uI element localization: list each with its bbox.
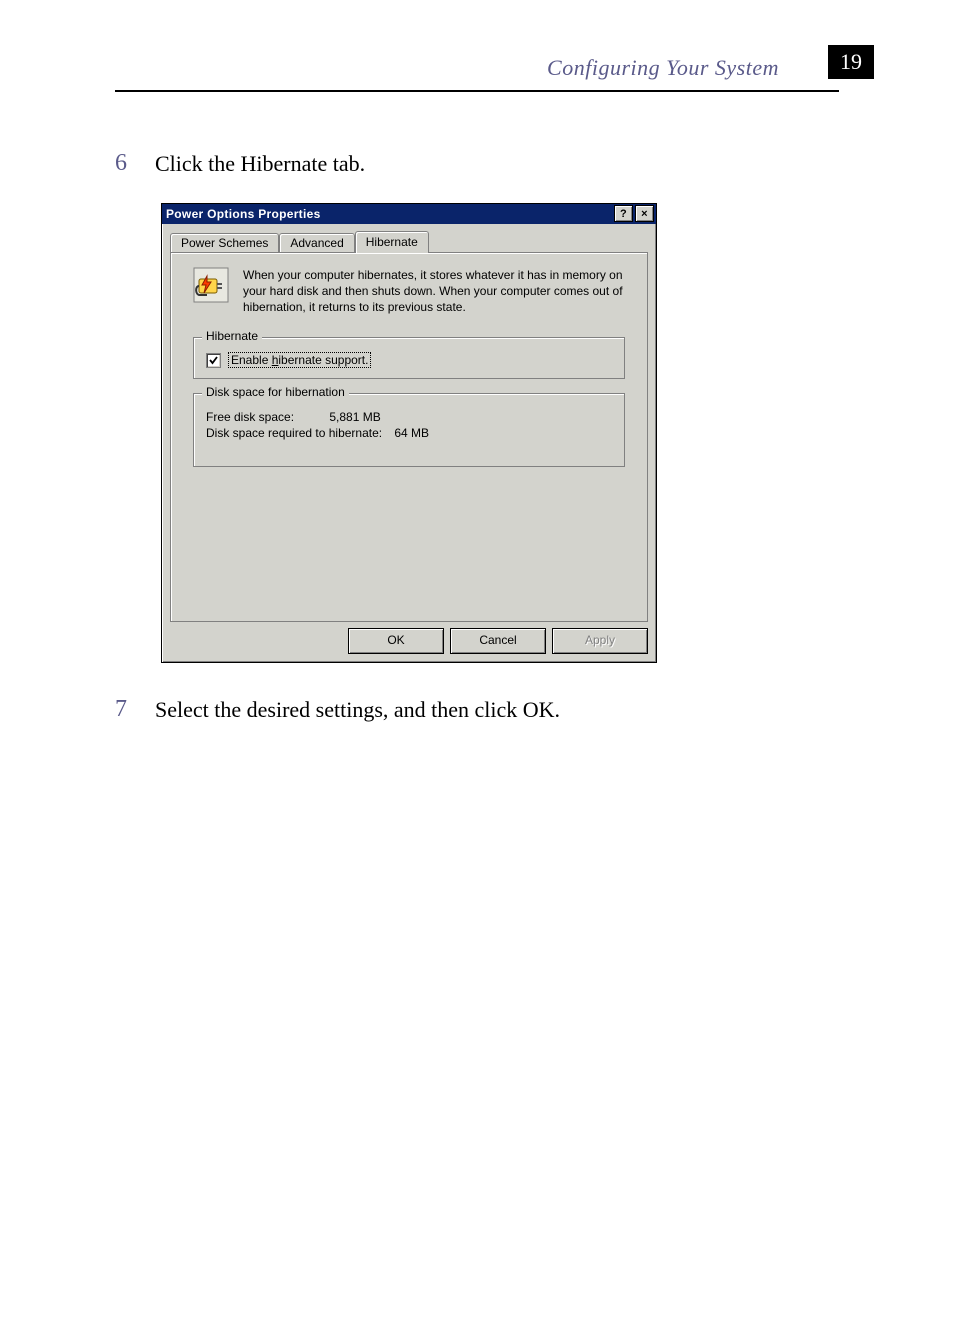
- required-disk-row: Disk space required to hibernate: 64 MB: [206, 426, 612, 440]
- step-6-row: 6 Click the Hibernate tab.: [115, 147, 839, 181]
- page-number: 19: [828, 45, 874, 79]
- help-button[interactable]: ?: [614, 205, 633, 222]
- close-button[interactable]: ×: [635, 205, 654, 222]
- tab-power-schemes[interactable]: Power Schemes: [170, 233, 279, 252]
- enable-hibernate-row[interactable]: Enable hibernate support.: [206, 352, 612, 368]
- tab-panel-hibernate: When your computer hibernates, it stores…: [170, 252, 648, 622]
- required-disk-label: Disk space required to hibernate:: [206, 426, 391, 440]
- step-number: 7: [115, 693, 155, 727]
- ok-button[interactable]: OK: [348, 628, 444, 654]
- tab-hibernate[interactable]: Hibernate: [355, 231, 429, 253]
- document-page: Configuring Your System 19 6 Click the H…: [0, 0, 954, 1340]
- step-7-row: 7 Select the desired settings, and then …: [115, 693, 839, 727]
- close-icon: ×: [641, 208, 648, 220]
- info-row: When your computer hibernates, it stores…: [193, 267, 625, 316]
- dialog-body: Power Schemes Advanced Hibernate: [162, 224, 656, 662]
- dialog-button-row: OK Cancel Apply: [170, 628, 648, 654]
- cancel-button[interactable]: Cancel: [450, 628, 546, 654]
- page-header: Configuring Your System 19: [115, 50, 839, 92]
- power-plug-icon: [193, 267, 229, 303]
- help-icon: ?: [620, 208, 627, 220]
- hibernate-fieldset: Hibernate Enable hibernate support.: [193, 337, 625, 379]
- enable-hibernate-label: Enable hibernate support.: [228, 352, 371, 368]
- disk-space-legend: Disk space for hibernation: [202, 385, 349, 399]
- free-disk-label: Free disk space:: [206, 410, 326, 424]
- apply-button: Apply: [552, 628, 648, 654]
- required-disk-value: 64 MB: [394, 426, 429, 440]
- screenshot-container: Power Options Properties ? × Power Schem…: [161, 203, 839, 663]
- step-text: Click the Hibernate tab.: [155, 147, 365, 181]
- free-disk-value: 5,881 MB: [329, 410, 380, 424]
- tab-advanced[interactable]: Advanced: [279, 233, 354, 252]
- checkmark-icon: [208, 355, 219, 366]
- step-text: Select the desired settings, and then cl…: [155, 693, 560, 727]
- dialog-title: Power Options Properties: [166, 207, 612, 221]
- step-number: 6: [115, 147, 155, 181]
- free-disk-row: Free disk space: 5,881 MB: [206, 410, 612, 424]
- dialog-titlebar: Power Options Properties ? ×: [162, 204, 656, 224]
- info-text: When your computer hibernates, it stores…: [243, 267, 625, 316]
- enable-hibernate-checkbox[interactable]: [206, 353, 221, 368]
- power-options-dialog: Power Options Properties ? × Power Schem…: [161, 203, 657, 663]
- disk-space-fieldset: Disk space for hibernation Free disk spa…: [193, 393, 625, 467]
- section-title: Configuring Your System: [547, 55, 779, 81]
- hibernate-legend: Hibernate: [202, 329, 262, 343]
- tab-row: Power Schemes Advanced Hibernate: [170, 230, 648, 252]
